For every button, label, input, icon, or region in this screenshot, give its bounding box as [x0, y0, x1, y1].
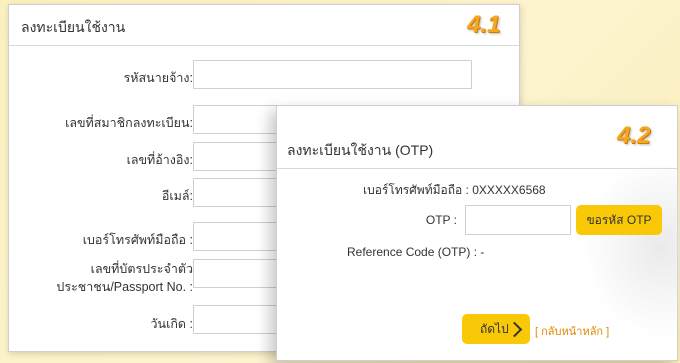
background-glow — [577, 166, 680, 346]
back-to-home-link[interactable]: [ กลับหน้าหลัก ] — [535, 322, 609, 340]
mobile-label: เบอร์โทรศัพท์มือถือ : — [82, 233, 193, 247]
member-number-label: เลขที่สมาชิกลงทะเบียน: — [65, 116, 193, 130]
chevron-right-icon — [506, 321, 523, 338]
step-number: 4.2 — [617, 122, 651, 149]
otp-panel: ลงทะเบียนใช้งาน (OTP) 4.2 เบอร์โทรศัพท์ม… — [276, 105, 680, 361]
id-card-label-line1: เลขที่บัตรประจำตัว — [90, 262, 193, 276]
next-button-label: ถัดไป — [480, 321, 509, 336]
id-card-label-line2: ประชาชน/Passport No. : — [56, 280, 193, 294]
birthdate-label: วันเกิด : — [150, 317, 193, 331]
reference-code-text: Reference Code (OTP) : - — [347, 245, 485, 259]
title-divider — [277, 168, 677, 169]
employer-code-input[interactable] — [193, 60, 472, 89]
employer-code-label: รหัสนายจ้าง: — [123, 71, 193, 85]
mobile-number-text: เบอร์โทรศัพท์มือถือ : 0XXXXX6568 — [363, 183, 546, 197]
request-otp-button[interactable]: ขอรหัส OTP — [576, 205, 662, 235]
otp-label: OTP : — [425, 213, 457, 227]
otp-panel-title: ลงทะเบียนใช้งาน (OTP) — [287, 142, 434, 158]
title-divider — [9, 45, 519, 46]
reference-number-label: เลขที่อ้างอิง: — [126, 153, 193, 167]
otp-input[interactable] — [465, 205, 571, 235]
next-button[interactable]: ถัดไป — [462, 314, 530, 344]
panel-title: ลงทะเบียนใช้งาน — [21, 19, 126, 35]
step-number: 4.1 — [467, 11, 501, 38]
email-label: อีเมล์: — [161, 189, 193, 203]
